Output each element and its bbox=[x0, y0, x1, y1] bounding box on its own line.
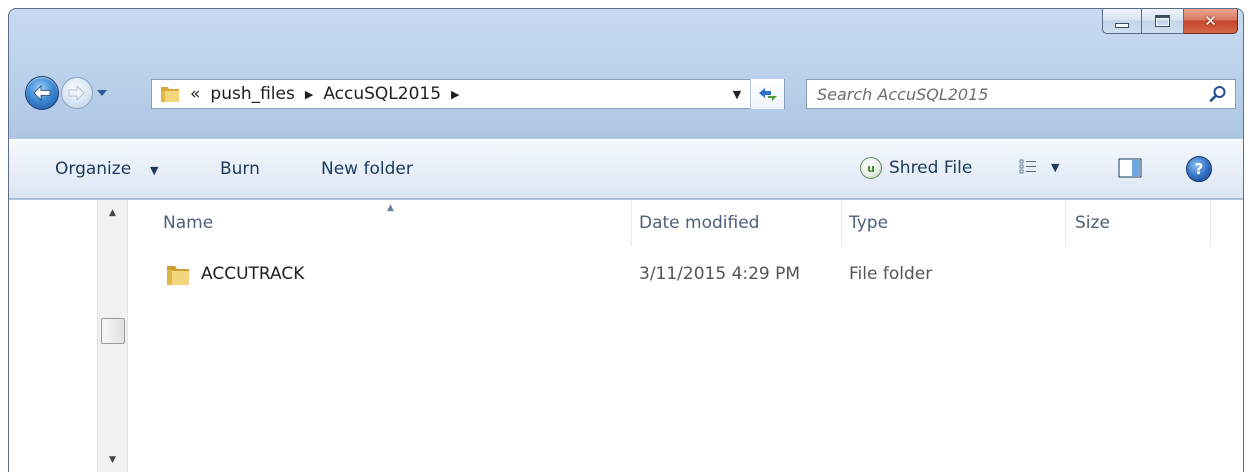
shred-icon: u bbox=[860, 157, 882, 179]
file-list-view: ▲ ▼ ▲ Name Date modified Type Size ACCUT… bbox=[9, 200, 1243, 472]
chevron-down-icon: ▼ bbox=[1051, 160, 1060, 174]
command-bar: Organize ▼ Burn New folder u Shred File … bbox=[9, 139, 1243, 199]
shred-file-label: Shred File bbox=[889, 158, 973, 178]
forward-arrow-icon bbox=[68, 85, 85, 101]
shred-file-button[interactable]: u Shred File bbox=[860, 157, 972, 179]
breadcrumb-overflow[interactable]: « bbox=[190, 84, 200, 104]
chevron-up-icon: ▲ bbox=[109, 208, 116, 218]
preview-pane-icon bbox=[1118, 158, 1142, 178]
breadcrumb-accusql2015[interactable]: AccuSQL2015 bbox=[323, 84, 441, 104]
search-icon bbox=[1209, 86, 1226, 102]
new-folder-button[interactable]: New folder bbox=[321, 159, 413, 179]
forward-button[interactable] bbox=[61, 77, 93, 109]
column-divider[interactable] bbox=[841, 200, 842, 246]
change-view-button[interactable]: ▼ bbox=[1019, 159, 1059, 175]
column-divider[interactable] bbox=[1065, 200, 1066, 246]
scroll-up-button[interactable]: ▲ bbox=[98, 204, 127, 222]
navigation-pane-scrollbar[interactable]: ▲ ▼ bbox=[97, 200, 128, 472]
folder-icon bbox=[158, 82, 182, 106]
search-box[interactable] bbox=[806, 79, 1236, 109]
column-divider[interactable] bbox=[1210, 200, 1211, 246]
breadcrumb-separator-icon[interactable]: ▶ bbox=[451, 88, 459, 101]
minimize-icon bbox=[1115, 22, 1129, 28]
breadcrumb-separator-icon[interactable]: ▶ bbox=[305, 88, 313, 101]
file-type: File folder bbox=[849, 264, 933, 284]
views-icon bbox=[1019, 159, 1036, 174]
back-arrow-icon bbox=[33, 85, 51, 101]
minimize-button[interactable] bbox=[1102, 9, 1142, 34]
maximize-icon bbox=[1155, 15, 1170, 27]
search-button[interactable] bbox=[1201, 80, 1235, 108]
chevron-down-icon: ▼ bbox=[732, 87, 742, 101]
refresh-button[interactable] bbox=[750, 79, 784, 109]
address-bar[interactable]: « push_files ▶ AccuSQL2015 ▶ ▼ bbox=[151, 79, 785, 109]
address-dropdown-button[interactable]: ▼ bbox=[726, 80, 748, 108]
chevron-down-icon: ▼ bbox=[109, 455, 116, 465]
folder-icon bbox=[167, 266, 189, 285]
back-button[interactable] bbox=[25, 76, 59, 110]
recent-pages-button[interactable] bbox=[95, 86, 109, 100]
chevron-down-icon[interactable]: ▼ bbox=[150, 164, 158, 177]
caption-buttons: ✕ bbox=[1102, 9, 1238, 35]
search-input[interactable] bbox=[807, 80, 1201, 108]
column-header-label: Size bbox=[1075, 213, 1110, 233]
close-icon: ✕ bbox=[1204, 11, 1217, 30]
maximize-button[interactable] bbox=[1142, 9, 1184, 34]
breadcrumb-push-files[interactable]: push_files bbox=[210, 84, 294, 104]
file-date-modified: 3/11/2015 4:29 PM bbox=[639, 264, 801, 284]
preview-pane-button[interactable] bbox=[1117, 156, 1143, 180]
column-header-label: Name bbox=[163, 213, 214, 233]
column-header-size[interactable]: Size bbox=[1075, 200, 1215, 246]
column-divider[interactable] bbox=[631, 200, 632, 246]
organize-button[interactable]: Organize bbox=[55, 159, 131, 179]
column-header-name[interactable]: Name bbox=[163, 200, 633, 246]
table-row[interactable]: ACCUTRACK 3/11/2015 4:29 PM File folder bbox=[159, 256, 1219, 294]
help-button[interactable]: ? bbox=[1186, 156, 1212, 182]
file-name: ACCUTRACK bbox=[201, 264, 305, 284]
chevron-down-icon bbox=[97, 90, 107, 96]
scroll-thumb[interactable] bbox=[101, 318, 125, 344]
burn-button[interactable]: Burn bbox=[220, 159, 260, 179]
column-header-type[interactable]: Type bbox=[849, 200, 1059, 246]
refresh-icon bbox=[758, 88, 777, 101]
scroll-down-button[interactable]: ▼ bbox=[98, 451, 127, 469]
column-header-label: Date modified bbox=[639, 213, 760, 233]
explorer-window: ✕ « push_files ▶ AccuSQL2015 ▶ ▼ Search … bbox=[8, 8, 1244, 472]
close-button[interactable]: ✕ bbox=[1184, 9, 1238, 34]
help-icon: ? bbox=[1194, 160, 1204, 178]
column-header-date-modified[interactable]: Date modified bbox=[639, 200, 839, 246]
column-header-label: Type bbox=[849, 213, 889, 233]
